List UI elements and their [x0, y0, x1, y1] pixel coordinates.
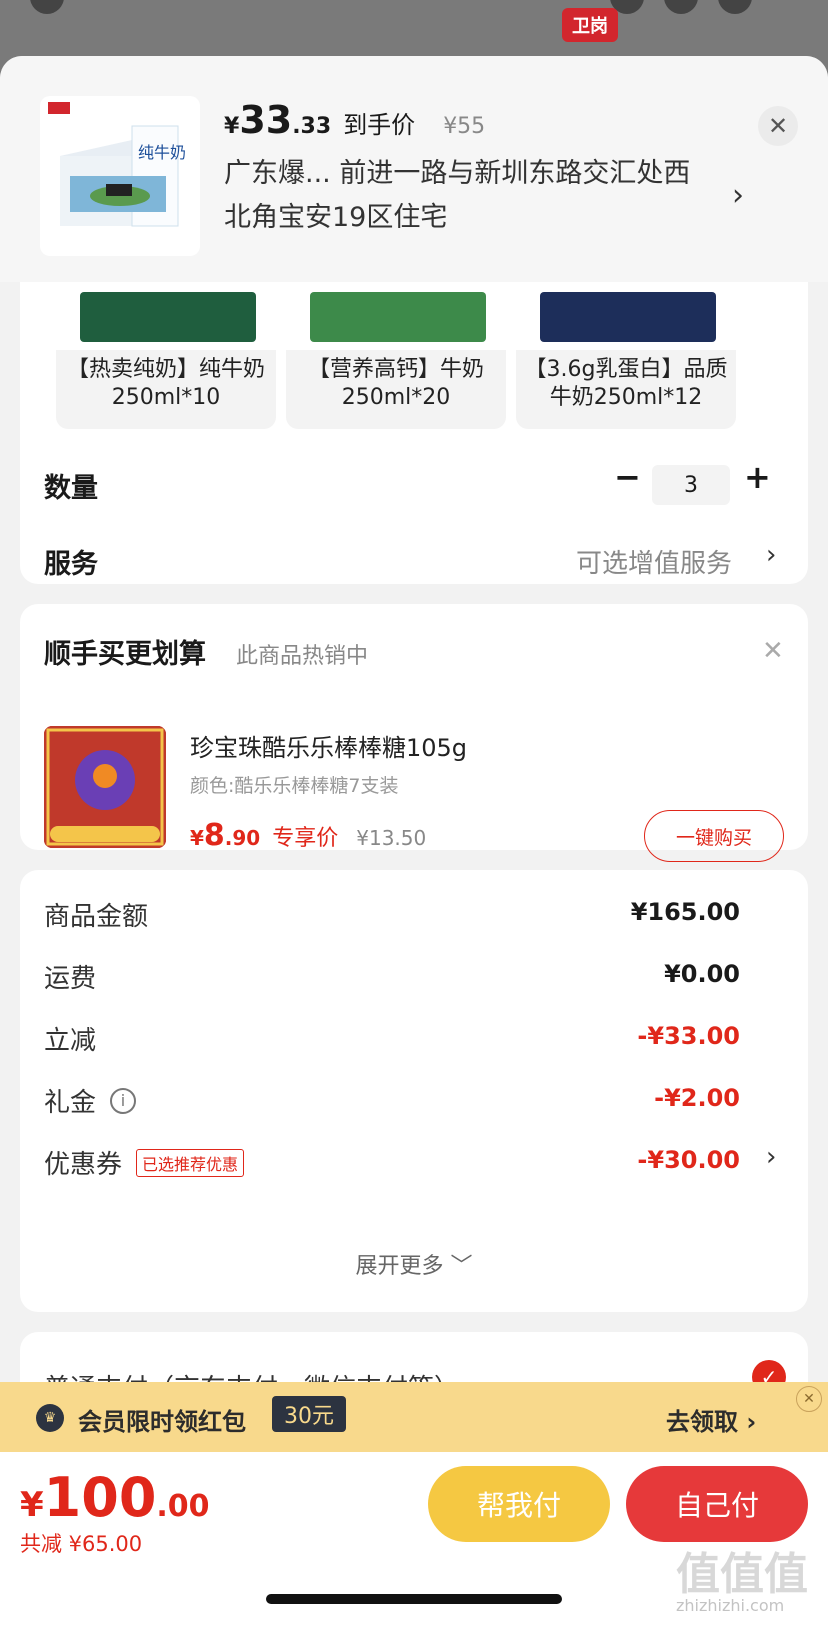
chevron-right-icon[interactable]: ›: [766, 1142, 776, 1172]
summary-label: 优惠券 已选推荐优惠: [44, 1144, 245, 1181]
bundle-price: ¥ 8 .90 专享价 ¥13.50: [190, 818, 427, 853]
claim-link[interactable]: 去领取 ›: [666, 1402, 756, 1437]
summary-label: 立减: [44, 1026, 97, 1056]
bundle-product-color: 颜色:酷乐乐棒棒糖7支装: [190, 775, 399, 797]
product-box-image: [540, 292, 716, 342]
close-icon[interactable]: ✕: [758, 106, 798, 146]
summary-row-discount: 立减 -¥33.00: [44, 1020, 788, 1060]
pay-myself-button[interactable]: 自己付: [626, 1466, 808, 1542]
member-amount-badge: 30元: [272, 1396, 346, 1432]
quantity-input[interactable]: 3: [652, 465, 730, 505]
summary-value: -¥30.00: [637, 1146, 740, 1174]
summary-row-coupon[interactable]: 优惠券 已选推荐优惠 -¥30.00: [44, 1144, 788, 1184]
info-icon[interactable]: i: [110, 1087, 137, 1114]
total-price: ¥ 100 .00: [20, 1466, 210, 1529]
summary-row-subtotal: 商品金额 ¥165.00: [44, 896, 788, 936]
toolbar-icon-shadow: [718, 0, 752, 14]
summary-value: -¥33.00: [637, 1022, 740, 1050]
one-click-buy-button[interactable]: 一键购买: [644, 810, 784, 862]
toolbar-icon-shadow: [664, 0, 698, 14]
service-label: 服务: [44, 549, 98, 580]
bottom-pay-bar: ¥ 100 .00 共减 ¥65.00 帮我付 自己付 值值值 zhizhizh…: [0, 1452, 828, 1635]
summary-value: ¥0.00: [664, 960, 740, 988]
plus-icon[interactable]: +: [744, 458, 771, 496]
variant-label: 【热卖纯奶】纯牛奶250ml*10: [66, 357, 265, 410]
chevron-right-icon[interactable]: ›: [732, 178, 744, 213]
product-thumbnail[interactable]: 纯牛奶: [40, 96, 200, 256]
back-button-shadow: [30, 0, 64, 14]
quantity-label: 数量: [44, 473, 98, 504]
total-savings: 共减 ¥65.00: [20, 1532, 143, 1556]
bundle-title: 顺手买更划算: [44, 639, 206, 670]
product-header: 纯牛奶 ¥ 33 .33 到手价 ¥55 广东爆... 前进一路与新圳东路交汇处…: [0, 56, 828, 282]
svg-text:纯牛奶: 纯牛奶: [138, 143, 186, 162]
checkout-sheet: 纯牛奶 ¥ 33 .33 到手价 ¥55 广东爆... 前进一路与新圳东路交汇处…: [0, 56, 828, 1635]
summary-value: ¥165.00: [630, 898, 740, 926]
bundle-product-name[interactable]: 珍宝珠酷乐乐棒棒糖105g: [190, 728, 467, 763]
original-price: ¥13.50: [356, 826, 427, 850]
coupon-badge: 已选推荐优惠: [136, 1148, 245, 1177]
product-box-image: [310, 292, 486, 342]
variant-label: 【3.6g乳蛋白】品质牛奶250ml*12: [524, 357, 728, 410]
summary-row-gift: 礼金 i -¥2.00: [44, 1082, 788, 1122]
member-text: 会员限时领红包: [78, 1408, 246, 1436]
summary-value: -¥2.00: [654, 1084, 740, 1112]
summary-label: 运费: [44, 964, 97, 994]
summary-label: 商品金额: [44, 902, 149, 932]
brand-logo: 卫岗: [562, 8, 618, 42]
delivery-address[interactable]: 广东爆... 前进一路与新圳东路交汇处西北角宝安19区住宅: [224, 152, 704, 240]
watermark: 值值值: [676, 1549, 808, 1600]
crown-icon: ♛: [36, 1404, 64, 1432]
summary-row-shipping: 运费 ¥0.00: [44, 958, 788, 998]
member-banner[interactable]: ♛ 会员限时领红包 30元 去领取 › ✕: [0, 1382, 828, 1452]
bundle-subtitle: 此商品热销中: [236, 644, 369, 669]
help-me-pay-button[interactable]: 帮我付: [428, 1466, 610, 1542]
close-icon[interactable]: ✕: [762, 636, 784, 666]
product-price: ¥ 33 .33 到手价 ¥55: [224, 98, 486, 142]
price-tag: 专享价: [272, 826, 339, 851]
chevron-right-icon[interactable]: ›: [766, 540, 776, 570]
bundle-product-image[interactable]: [44, 726, 166, 848]
product-box-image: [80, 292, 256, 342]
home-indicator[interactable]: [266, 1594, 562, 1604]
summary-label: 礼金 i: [44, 1082, 137, 1119]
minus-icon[interactable]: −: [614, 458, 641, 496]
close-icon[interactable]: ✕: [796, 1386, 822, 1412]
original-price: ¥55: [443, 114, 486, 139]
service-value[interactable]: 可选增值服务: [576, 543, 732, 580]
variant-label: 【营养高钙】牛奶250ml*20: [307, 357, 484, 410]
expand-more-button[interactable]: 展开更多 ﹀: [0, 1248, 828, 1280]
price-tag: 到手价: [343, 111, 416, 139]
watermark-url: zhizhizhi.com: [676, 1596, 785, 1615]
